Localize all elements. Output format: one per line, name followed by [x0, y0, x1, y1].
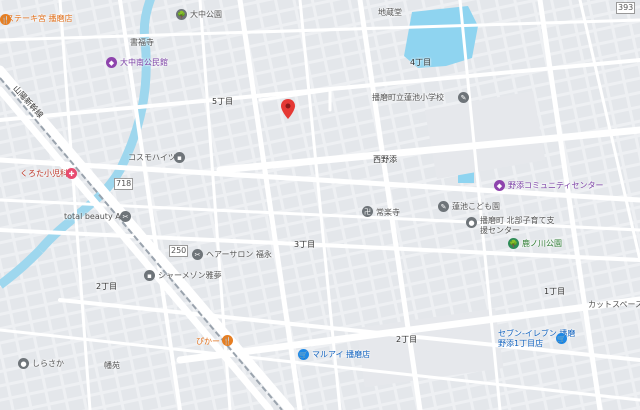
jorakuji-label[interactable]: 常楽寺: [376, 208, 400, 218]
chome5-label: 5丁目: [212, 97, 234, 106]
clinic-icon: ✚: [66, 168, 77, 179]
cutspace-label[interactable]: カットスペースI: [588, 300, 640, 310]
shirasaka-label[interactable]: しらさか: [32, 359, 64, 369]
civic-hall-icon: ◆: [106, 57, 117, 68]
shop-icon: ●: [18, 358, 29, 369]
salon-icon: ✂: [120, 211, 131, 222]
hair-salon-icon: ✂: [192, 249, 203, 260]
community-center-label[interactable]: 野添コミュニティセンター: [508, 181, 604, 191]
temple-icon: 卍: [362, 206, 373, 217]
community-center-icon: ◆: [494, 180, 505, 191]
clinic-label[interactable]: くろた小児科: [20, 169, 68, 179]
restaurant-icon: 🍴: [0, 14, 11, 25]
jizo-label[interactable]: 地蔵堂: [378, 8, 402, 18]
temple-label[interactable]: 書福寺: [130, 38, 154, 48]
hair-salon-label[interactable]: ヘアーサロン 福永: [206, 250, 272, 260]
kominkan-label[interactable]: 大中南公民館: [120, 58, 168, 68]
kindergarten-icon: ✎: [438, 201, 449, 212]
kosumo-label[interactable]: コスモハイツ: [128, 153, 176, 163]
support-center-icon: ●: [466, 217, 477, 228]
mainogawa-park-label[interactable]: 鹿ノ川公園: [522, 239, 562, 249]
chome4-label: 4丁目: [410, 58, 432, 67]
route-shield-250: 250: [169, 245, 189, 257]
support-center-label[interactable]: 播磨町 北部子育て支援センター: [480, 216, 560, 236]
kindergarten-label[interactable]: 蓮池こども園: [452, 202, 500, 212]
map-canvas[interactable]: ステーキ宮 播磨店 🍴 🌳 大中公園 書福寺 ◆ 大中南公民館 地蔵堂 4丁目 …: [0, 0, 640, 410]
chome2a-label: 2丁目: [96, 282, 118, 291]
building-icon: ▪: [174, 152, 185, 163]
pika-label[interactable]: ぴかー: [196, 337, 220, 347]
nishinojo-label: 西野添: [373, 155, 397, 164]
food-icon: 🍴: [222, 335, 233, 346]
supermarket-icon: 🛒: [298, 349, 309, 360]
location-pin-icon[interactable]: [281, 99, 295, 119]
apartment-label[interactable]: シャーメゾン雅夢: [158, 271, 222, 281]
park-icon: 🌳: [176, 9, 187, 20]
supermarket-label[interactable]: マルアイ 播磨店: [312, 350, 370, 360]
oonaka-park-label[interactable]: 大中公園: [190, 10, 222, 20]
chome2b-label: 2丁目: [396, 335, 418, 344]
hata-label: 幡苑: [104, 361, 120, 370]
steak-restaurant-label[interactable]: ステーキ宮 播磨店: [6, 14, 73, 24]
school-icon: ✎: [458, 92, 469, 103]
route-shield-393: 393: [616, 2, 636, 14]
school-label[interactable]: 播磨町立蓮池小学校: [372, 93, 444, 103]
park-icon-2: 🌳: [508, 238, 519, 249]
route-shield-718: 718: [114, 178, 134, 190]
chome1-label: 1丁目: [544, 287, 566, 296]
chome3-label: 3丁目: [294, 240, 316, 249]
apartment-icon: ▪: [144, 270, 155, 281]
shopping-icon: 🛒: [556, 333, 567, 344]
